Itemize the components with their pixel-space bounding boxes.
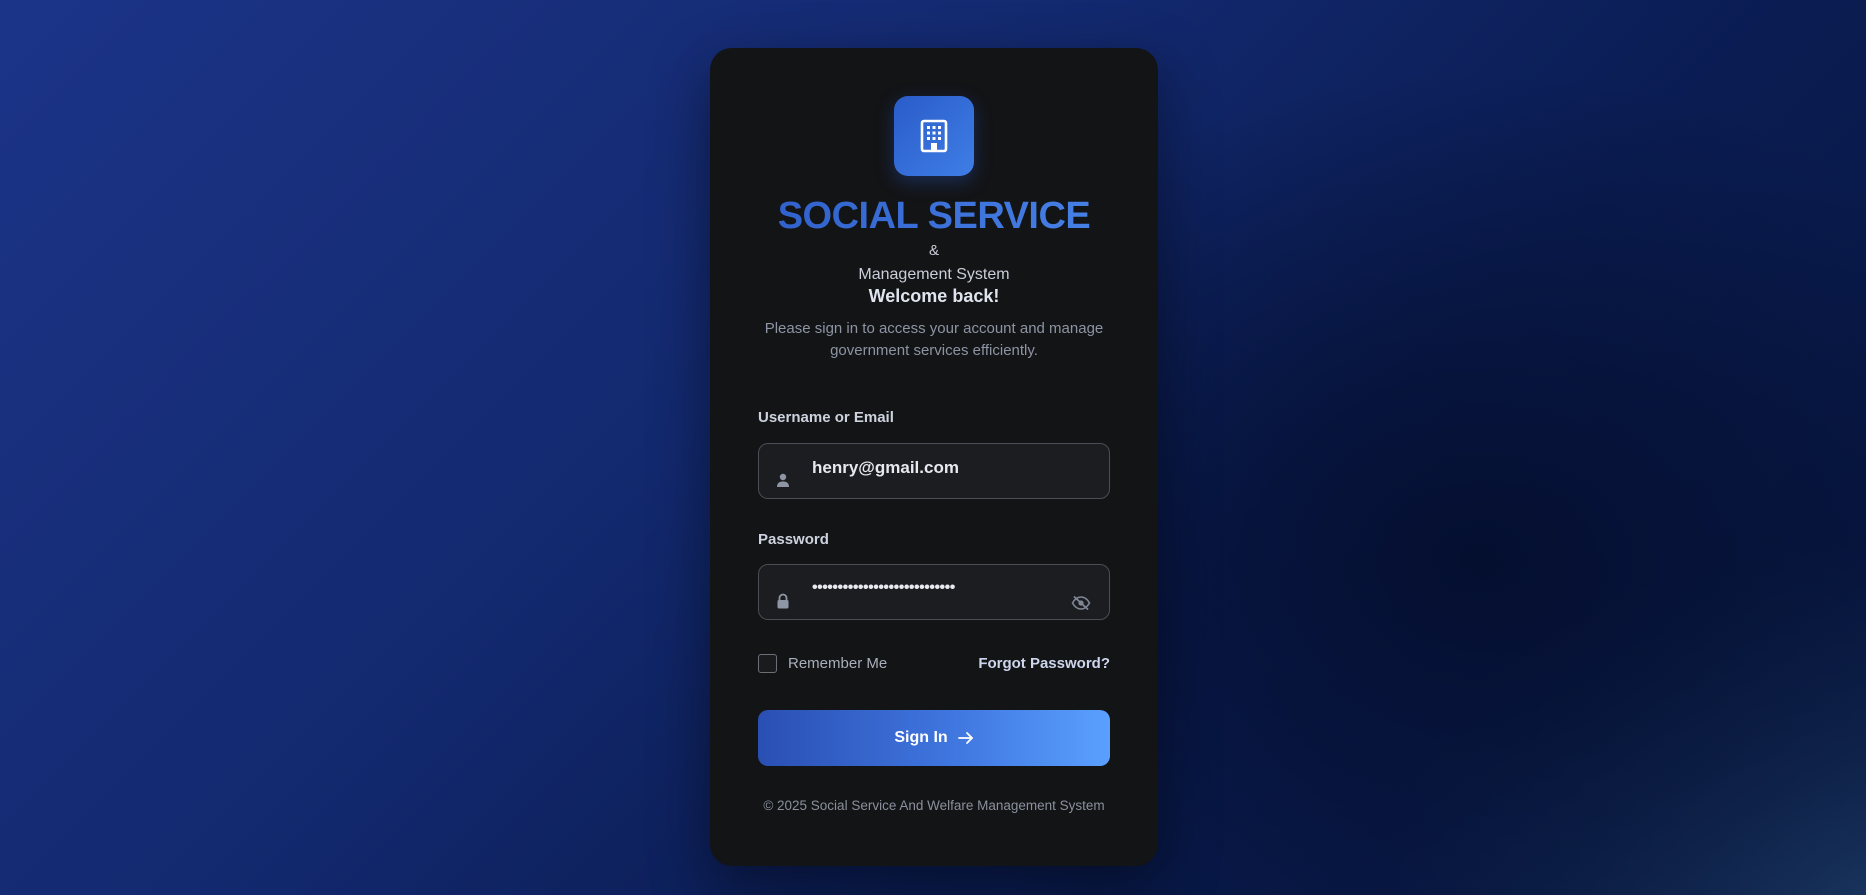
logo-badge [894, 96, 974, 176]
username-label: Username or Email [758, 409, 894, 426]
app-title: SOCIAL SERVICE [710, 195, 1158, 238]
user-icon [777, 473, 789, 487]
remember-checkbox[interactable] [758, 654, 777, 673]
password-label: Password [758, 531, 829, 548]
sign-in-label: Sign In [894, 729, 948, 746]
app-title-ampersand: & [928, 242, 939, 259]
username-field[interactable] [758, 443, 1110, 499]
app-subtitle: Management System [858, 266, 1010, 283]
building-icon [920, 119, 948, 153]
eye-off-icon[interactable] [1071, 595, 1091, 611]
password-input[interactable]: •••••••••••••••••••••••••••• [812, 579, 1088, 597]
forgot-password-link[interactable]: Forgot Password? [978, 655, 1110, 672]
arrow-right-icon [957, 732, 973, 744]
remember-me[interactable]: Remember Me [758, 654, 887, 673]
sign-in-button[interactable]: Sign In [758, 710, 1110, 766]
welcome-heading: Welcome back! [868, 286, 1000, 306]
lock-icon [777, 593, 789, 609]
remember-label: Remember Me [788, 655, 888, 672]
username-input[interactable] [812, 458, 1092, 478]
welcome-description: Please sign in to access your account an… [764, 320, 1104, 359]
password-field[interactable]: •••••••••••••••••••••••••••• [758, 564, 1110, 620]
footer-copyright: © 2025 Social Service And Welfare Manage… [763, 798, 1105, 813]
login-card: SOCIAL SERVICE & Management System Welco… [710, 48, 1158, 866]
